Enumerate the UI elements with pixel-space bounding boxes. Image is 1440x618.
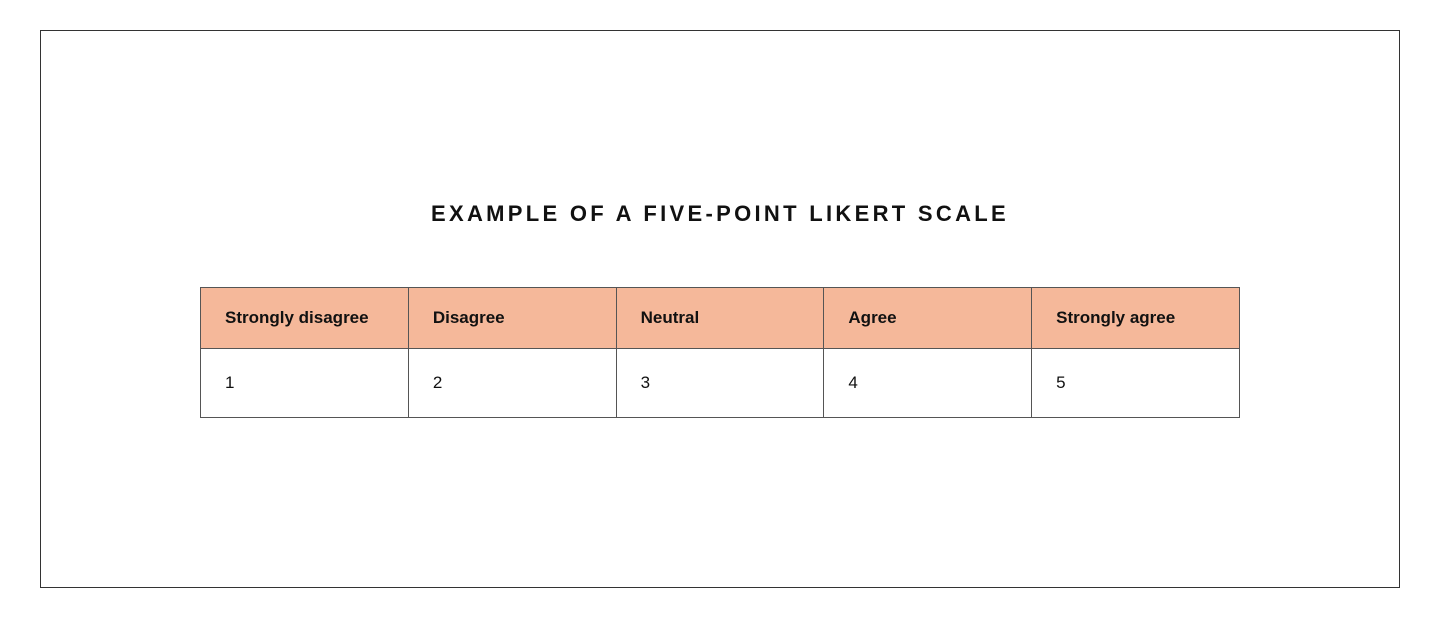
col-header-agree: Agree bbox=[824, 287, 1032, 348]
col-header-disagree: Disagree bbox=[408, 287, 616, 348]
likert-table: Strongly disagree Disagree Neutral Agree… bbox=[200, 287, 1240, 418]
cell-4: 4 bbox=[824, 348, 1032, 417]
col-header-neutral: Neutral bbox=[616, 287, 824, 348]
cell-2: 2 bbox=[408, 348, 616, 417]
col-header-strongly-disagree: Strongly disagree bbox=[201, 287, 409, 348]
table-row: 1 2 3 4 5 bbox=[201, 348, 1240, 417]
cell-1: 1 bbox=[201, 348, 409, 417]
page-title: EXAMPLE OF A FIVE-POINT LIKERT SCALE bbox=[431, 201, 1009, 227]
col-header-strongly-agree: Strongly agree bbox=[1032, 287, 1240, 348]
cell-3: 3 bbox=[616, 348, 824, 417]
cell-5: 5 bbox=[1032, 348, 1240, 417]
outer-container: EXAMPLE OF A FIVE-POINT LIKERT SCALE Str… bbox=[40, 30, 1400, 588]
table-header-row: Strongly disagree Disagree Neutral Agree… bbox=[201, 287, 1240, 348]
